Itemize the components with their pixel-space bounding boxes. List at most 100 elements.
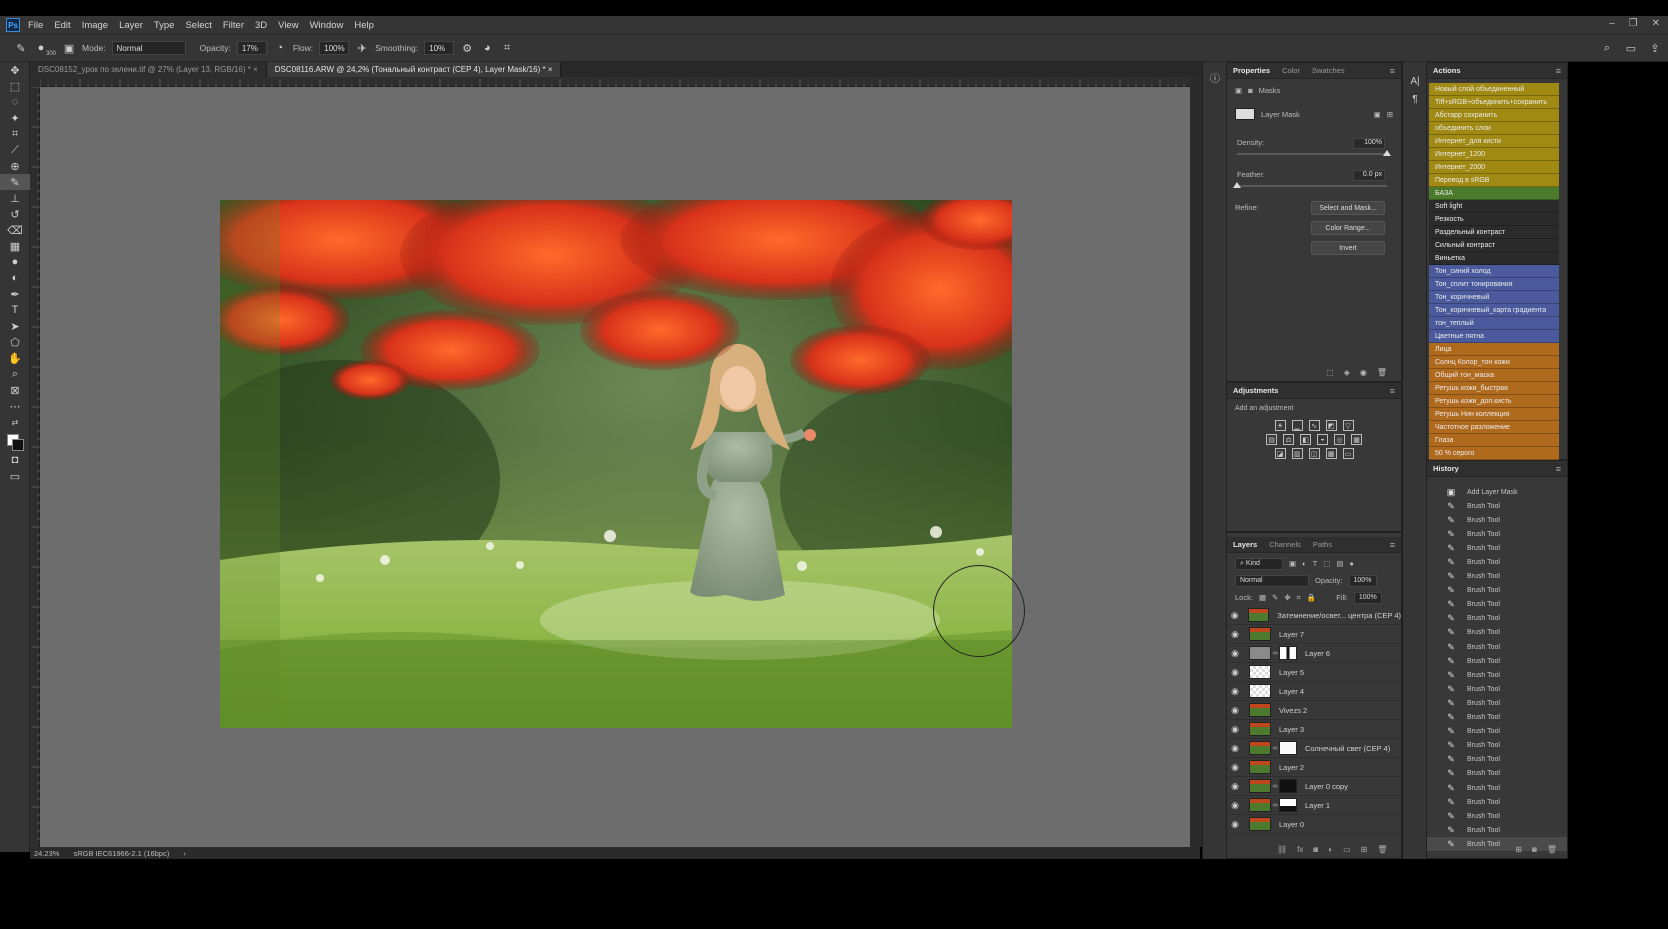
action-item[interactable]: тон_теплый [1429, 317, 1559, 330]
paragraph-panel-icon[interactable]: ¶ [1403, 90, 1427, 108]
zoom-level[interactable]: 24.23% [34, 849, 59, 858]
threshold-icon[interactable]: ◫ [1308, 448, 1320, 459]
swap-colors-icon[interactable]: ⇄ [0, 414, 30, 430]
action-item[interactable]: Тон_коричневый_карта градиента [1429, 304, 1559, 317]
fill-field[interactable]: 100% [1353, 591, 1382, 604]
layer-thumbnail[interactable] [1249, 817, 1271, 831]
vertical-ruler[interactable] [30, 86, 40, 847]
layer-mask-thumbnail[interactable] [1279, 646, 1297, 660]
history-state[interactable]: ✎ Brush Tool [1427, 541, 1567, 555]
layer-row[interactable]: ◉ ∞ Layer 0 copy [1227, 777, 1401, 796]
vibrance-icon[interactable]: ▽ [1342, 420, 1354, 431]
history-state[interactable]: ✎ Brush Tool [1427, 527, 1567, 541]
blur-tool-icon[interactable]: ● [0, 254, 30, 270]
eye-icon[interactable]: ◉ [1227, 705, 1243, 716]
airbrush-icon[interactable]: ✈ [355, 41, 369, 55]
new-layer-icon[interactable]: ⊞ [1361, 845, 1368, 854]
menu-layer[interactable]: Layer [119, 20, 143, 31]
history-state[interactable]: ✎ Brush Tool [1427, 739, 1567, 753]
trash-icon[interactable]: 🗑 [1377, 368, 1387, 377]
info-icon[interactable]: ⓘ [1203, 68, 1227, 86]
tab-color[interactable]: Color [1282, 66, 1300, 75]
close-icon[interactable]: × [253, 65, 258, 74]
tab-channels[interactable]: Channels [1269, 540, 1301, 549]
history-state[interactable]: ✎ Brush Tool [1427, 753, 1567, 767]
menu-image[interactable]: Image [82, 20, 108, 31]
tab-actions[interactable]: Actions [1433, 66, 1461, 75]
link-layers-icon[interactable]: ⛓ [1277, 845, 1287, 854]
filter-toggle-icon[interactable]: ● [1349, 559, 1354, 568]
action-item[interactable]: Сильный контраст [1429, 239, 1559, 252]
action-item[interactable]: Ретушь Нин коллекция [1429, 408, 1559, 421]
history-brush-tool-icon[interactable]: ↺ [0, 206, 30, 222]
quick-select-tool-icon[interactable]: ✦ [0, 110, 30, 126]
action-item[interactable]: Абстарр сохранить [1429, 109, 1559, 122]
action-item[interactable]: Глаза [1429, 434, 1559, 447]
brush-settings-icon[interactable]: ▣ [62, 41, 76, 55]
history-state[interactable]: ✎ Brush Tool [1427, 668, 1567, 682]
add-mask-icon[interactable]: ◙ [1313, 845, 1318, 854]
apply-mask-icon[interactable]: ◈ [1344, 368, 1350, 377]
layer-thumbnail[interactable] [1249, 665, 1271, 679]
frame-tool-icon[interactable]: ⊠ [0, 382, 30, 398]
history-state[interactable]: ✎ Brush Tool [1427, 570, 1567, 584]
layer-mask-thumbnail[interactable] [1279, 741, 1297, 755]
action-item[interactable]: Soft light [1429, 200, 1559, 213]
quick-mask-icon[interactable]: ◘ [0, 452, 30, 468]
feather-field[interactable]: 0.0 px [1353, 170, 1385, 181]
menu-select[interactable]: Select [185, 20, 211, 31]
photo-filter-icon[interactable]: ◒ [1317, 434, 1328, 445]
filter-pixel-icon[interactable]: ▣ [1289, 559, 1296, 568]
action-item[interactable]: Ретушь кожи_быстрая [1429, 382, 1559, 395]
fx-icon[interactable]: fx [1297, 845, 1303, 854]
canvas-vertical-scrollbar[interactable] [1190, 77, 1202, 847]
tab-history[interactable]: History [1433, 464, 1459, 473]
history-state[interactable]: ✎ Brush Tool [1427, 696, 1567, 710]
new-adjustment-icon[interactable]: ◐ [1328, 845, 1333, 854]
dodge-tool-icon[interactable]: ◐ [0, 270, 30, 286]
exposure-icon[interactable]: ◩ [1325, 420, 1337, 431]
posterize-icon[interactable]: ▥ [1291, 448, 1303, 459]
density-slider[interactable] [1237, 150, 1391, 156]
curves-icon[interactable]: ∿ [1308, 420, 1320, 431]
history-state[interactable]: ✎ Brush Tool [1427, 555, 1567, 569]
history-state[interactable]: ✎ Brush Tool [1427, 725, 1567, 739]
close-icon[interactable]: × [548, 65, 553, 74]
action-item[interactable]: БАЗА [1429, 187, 1559, 200]
layer-thumbnail[interactable] [1249, 779, 1271, 793]
trash-icon[interactable]: 🗑 [1547, 845, 1557, 854]
hand-tool-icon[interactable]: ✋ [0, 350, 30, 366]
history-state[interactable]: ▣ Add Layer Mask [1427, 485, 1567, 499]
history-state[interactable]: ✎ Brush Tool [1427, 499, 1567, 513]
canvas-photo[interactable] [220, 200, 1012, 728]
filter-kind-select[interactable]: ⌕ Kind [1235, 557, 1283, 570]
tab-swatches[interactable]: Swatches [1312, 66, 1345, 75]
density-slider-thumb[interactable] [1383, 150, 1391, 156]
history-state[interactable]: ✎ Brush Tool [1427, 711, 1567, 725]
filter-type-icon[interactable]: T [1313, 559, 1318, 568]
workspace-icon[interactable]: ▭ [1624, 41, 1638, 55]
action-item[interactable]: Интернет_1200 [1429, 148, 1559, 161]
layer-row[interactable]: ◉ ∞ Layer 6 [1227, 644, 1401, 663]
layer-row[interactable]: ◉ ∞ Layer 1 [1227, 796, 1401, 815]
panel-menu-icon[interactable]: ≡ [1390, 540, 1395, 550]
layer-row[interactable]: ◉ Layer 7 [1227, 625, 1401, 644]
eye-icon[interactable]: ◉ [1227, 667, 1243, 678]
color-lookup-icon[interactable]: ▦ [1351, 434, 1362, 445]
action-item[interactable]: Ретушь кожи_доп.кисть [1429, 395, 1559, 408]
new-document-from-state-icon[interactable]: ⊞ [1515, 845, 1522, 854]
feather-slider[interactable] [1233, 182, 1387, 188]
panel-menu-icon[interactable]: ≡ [1390, 386, 1395, 396]
trash-icon[interactable]: 🗑 [1377, 845, 1387, 854]
levels-icon[interactable]: ▁ [1291, 420, 1303, 431]
chevron-right-icon[interactable]: › [183, 849, 186, 858]
tab-properties[interactable]: Properties [1233, 66, 1270, 75]
action-item[interactable]: Интернет_для кисти [1429, 135, 1559, 148]
history-state[interactable]: ✎ Brush Tool [1427, 654, 1567, 668]
action-item[interactable]: объединить слои [1429, 122, 1559, 135]
blend-mode-select[interactable]: Normal [1235, 574, 1309, 587]
layer-row[interactable]: ◉ Затемнение/освет... центра (CEP 4) [1227, 606, 1401, 625]
camera-icon[interactable]: ◙ [1532, 845, 1537, 854]
feather-slider-thumb[interactable] [1233, 182, 1241, 188]
link-icon[interactable]: ∞ [1271, 783, 1279, 790]
